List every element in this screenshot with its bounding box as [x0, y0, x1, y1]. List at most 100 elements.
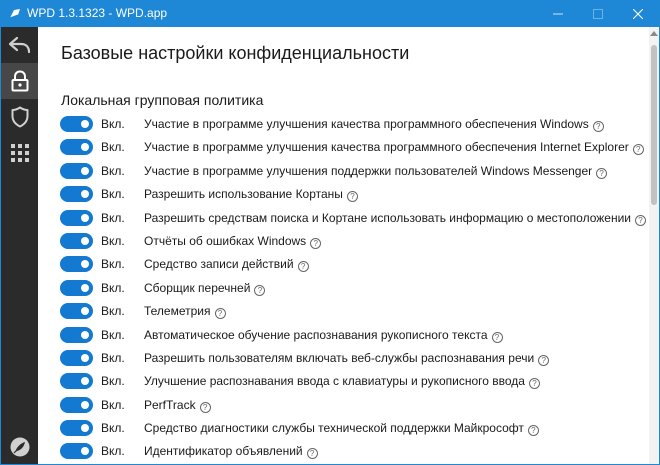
setting-row: Вкл. Сборщик перечней?	[60, 277, 640, 300]
sidebar-item-apps[interactable]	[1, 135, 38, 171]
setting-label: Идентификатор объявлений?	[144, 444, 318, 460]
toggle-state-label: Вкл.	[101, 257, 125, 272]
help-icon[interactable]: ?	[346, 191, 358, 203]
help-icon[interactable]: ?	[596, 167, 608, 179]
toggle-knob	[81, 120, 89, 128]
toggle-knob	[81, 283, 89, 292]
feather-icon	[10, 437, 29, 457]
toggle-knob	[81, 400, 89, 409]
setting-toggle[interactable]	[60, 443, 93, 460]
help-icon[interactable]: ?	[527, 425, 539, 437]
setting-label: PerfTrack?	[144, 398, 211, 413]
help-icon[interactable]: ?	[634, 214, 646, 226]
setting-row: Вкл. Средство диагностики службы техниче…	[60, 417, 640, 440]
setting-toggle[interactable]	[60, 326, 93, 343]
setting-label-text: Участие в программе улучшения поддержки …	[144, 163, 593, 178]
setting-toggle[interactable]	[60, 279, 93, 296]
toggle-state-label: Вкл.	[101, 350, 125, 365]
setting-label: Средство диагностики службы технической …	[144, 421, 539, 437]
setting-label: Сборщик перечней?	[144, 280, 266, 296]
page-title: Базовые настройки конфиденциальности	[61, 43, 410, 63]
help-icon[interactable]: ?	[310, 237, 322, 249]
setting-label: Разрешить использование Кортаны?	[144, 187, 358, 203]
setting-label-text: Сборщик перечней	[144, 280, 251, 295]
section-title: Локальная групповая политика	[61, 92, 264, 108]
vertical-scrollbar[interactable]	[649, 27, 659, 464]
setting-row: Вкл. Идентификатор объявлений?	[60, 440, 640, 463]
setting-toggle[interactable]	[60, 256, 93, 273]
close-icon	[633, 9, 643, 19]
setting-toggle[interactable]	[60, 420, 93, 437]
setting-label-text: Средство диагностики службы технической …	[144, 421, 524, 436]
setting-label: Улучшение распознавания ввода с клавиату…	[144, 374, 540, 390]
setting-row: Вкл. Участие в программе улучшения качес…	[60, 113, 640, 136]
help-icon[interactable]: ?	[254, 284, 266, 296]
toggle-state-label: Вкл.	[101, 140, 125, 155]
setting-label-text: Отчёты об ошибках Windows	[144, 233, 307, 248]
app-window: WPD 1.3.1323 - WPD.app Базовые настройки…	[0, 0, 660, 465]
setting-toggle[interactable]	[60, 116, 93, 132]
setting-label-text: PerfTrack	[144, 397, 196, 412]
setting-label-text: Улучшение распознавания ввода с клавиату…	[144, 374, 525, 389]
help-icon[interactable]: ?	[592, 121, 604, 132]
setting-label-text: Разрешить пользователям включать веб-слу…	[144, 350, 535, 365]
close-button[interactable]	[618, 1, 658, 27]
setting-row: Вкл. Телеметрия?	[60, 300, 640, 323]
toggle-state-label: Вкл.	[101, 304, 125, 319]
minimize-icon	[553, 13, 563, 15]
title-bar: WPD 1.3.1323 - WPD.app	[1, 1, 659, 27]
setting-label-text: Средство записи действий	[144, 257, 294, 272]
toggle-knob	[81, 377, 89, 386]
help-icon[interactable]: ?	[491, 331, 503, 343]
help-icon[interactable]: ?	[214, 308, 226, 320]
toggle-knob	[81, 330, 89, 339]
toggle-state-label: Вкл.	[101, 397, 125, 412]
setting-label-text: Телеметрия	[144, 304, 211, 319]
setting-toggle[interactable]	[60, 162, 93, 179]
help-icon[interactable]: ?	[528, 378, 540, 390]
help-icon[interactable]: ?	[199, 401, 211, 413]
toggle-knob	[81, 166, 89, 175]
setting-toggle[interactable]	[60, 232, 93, 249]
setting-toggle[interactable]	[60, 186, 93, 203]
minimize-button[interactable]	[538, 1, 578, 27]
toggle-state-label: Вкл.	[101, 233, 125, 248]
grid-apps-icon	[10, 144, 29, 162]
lock-icon	[11, 70, 28, 92]
setting-label-text: Участие в программе улучшения качества п…	[144, 117, 589, 131]
setting-label: Отчёты об ошибках Windows?	[144, 233, 322, 249]
setting-row: Вкл. Разрешить средствам поиска и Кортан…	[60, 207, 646, 230]
setting-label: Средство записи действий?	[144, 257, 309, 273]
setting-toggle[interactable]	[60, 303, 93, 320]
toggle-state-label: Вкл.	[101, 210, 125, 225]
shield-icon	[11, 106, 28, 128]
sidebar-item-security[interactable]	[1, 99, 38, 135]
toggle-knob	[81, 353, 89, 362]
toggle-state-label: Вкл.	[101, 117, 125, 131]
setting-toggle[interactable]	[60, 373, 93, 390]
help-icon[interactable]: ?	[632, 144, 644, 156]
setting-toggle[interactable]	[60, 349, 93, 366]
sidebar-item-privacy[interactable]	[1, 63, 38, 99]
help-icon[interactable]: ?	[538, 354, 550, 366]
sidebar-item-about[interactable]	[1, 429, 38, 464]
maximize-icon	[593, 9, 603, 19]
sidebar-item-back[interactable]	[1, 27, 38, 63]
toggle-knob	[81, 190, 89, 199]
setting-toggle[interactable]	[60, 139, 93, 156]
maximize-button[interactable]	[578, 1, 618, 27]
window-title: WPD 1.3.1323 - WPD.app	[27, 6, 168, 20]
scroll-up-arrow-icon[interactable]	[650, 30, 658, 36]
scrollbar-thumb[interactable]	[651, 45, 657, 205]
setting-row: Вкл. Разрешить пользователям включать ве…	[60, 347, 640, 370]
toggle-state-label: Вкл.	[101, 187, 125, 202]
help-icon[interactable]: ?	[297, 261, 309, 273]
toggle-knob	[81, 307, 89, 316]
help-icon[interactable]: ?	[306, 448, 318, 460]
toggle-knob	[81, 236, 89, 245]
toggle-knob	[81, 260, 89, 269]
setting-toggle[interactable]	[60, 209, 93, 226]
setting-toggle[interactable]	[60, 396, 93, 413]
setting-row: Вкл. Средство записи действий?	[60, 253, 640, 276]
settings-list: Вкл. Участие в программе улучшения качес…	[60, 113, 646, 464]
